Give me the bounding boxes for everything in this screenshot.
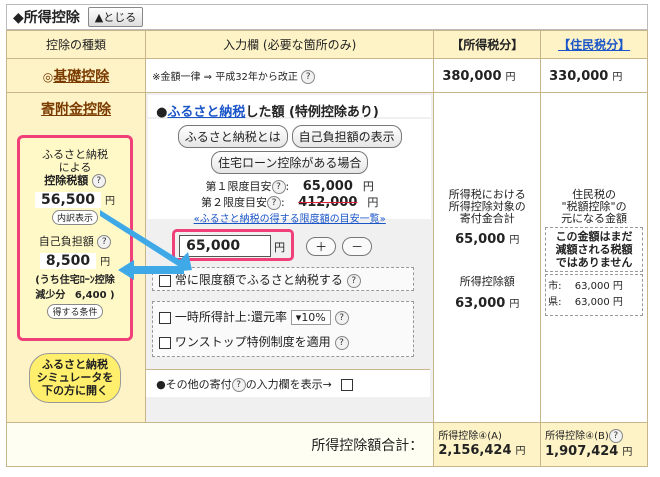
self-burden-label: 自己負担額: [38, 235, 94, 248]
what-is-furusato-button[interactable]: ふるさと納税とは: [177, 125, 288, 148]
other-donation-row: ●その他の寄付? の入力欄を表示→: [146, 369, 431, 397]
yen-unit: 円: [622, 447, 633, 458]
yen-unit: 円: [612, 281, 623, 292]
city-label: 市:: [548, 281, 562, 292]
temp-income-checkbox[interactable]: [159, 311, 172, 324]
col-type-header: 控除の種類: [5, 30, 147, 59]
furusato-link[interactable]: ふるさと納税: [167, 105, 245, 120]
furusato-label-2: による: [58, 161, 92, 174]
kiso-link[interactable]: 基礎控除: [53, 69, 109, 85]
always-limit-label: 常に限度額でふるさと納税する: [174, 273, 343, 287]
yen-unit: 円: [612, 71, 623, 83]
yen-unit: 円: [274, 241, 286, 254]
total-income-cell: 所得控除④(A) 2,156,424 円: [433, 422, 542, 467]
help-icon[interactable]: ?: [608, 429, 623, 443]
limit1-value: 65,000: [302, 179, 353, 194]
kifu-income-cell: 所得税における 所得控除対象の 寄付金合計 65,000 円 所得控除額 63,0…: [433, 92, 542, 423]
total-label: 所得控除額合計：: [311, 437, 424, 454]
limit2-value: 412,000: [298, 195, 358, 210]
yen-unit: 円: [367, 196, 379, 209]
res-warning-3: ではありません: [555, 256, 633, 269]
other-donation-label: ●その他の寄付: [156, 378, 232, 391]
limit1-label: 第１限度目安: [205, 180, 272, 193]
help-icon[interactable]: ?: [346, 273, 361, 288]
total-income-value: 2,156,424: [438, 443, 512, 458]
yen-unit: 円: [509, 299, 520, 310]
yen-unit: 円: [509, 235, 520, 246]
close-button[interactable]: ▲とじる: [87, 7, 144, 27]
help-icon[interactable]: ?: [301, 69, 316, 84]
rate-select[interactable]: ▾10%: [290, 310, 331, 325]
arrow-icon: [118, 260, 184, 280]
yen-unit: 円: [362, 180, 374, 193]
help-icon[interactable]: ?: [231, 378, 246, 392]
total-label-cell: 所得控除額合計：: [5, 422, 435, 467]
help-icon[interactable]: ?: [334, 335, 349, 350]
pref-value: 63,000: [574, 297, 610, 308]
furusato-label-3: 控除税額: [44, 174, 89, 187]
res-note-3: 元になる金額: [561, 212, 628, 225]
income-deduct-label: 所得控除額: [459, 275, 515, 288]
total-resident-value: 1,907,424: [545, 444, 619, 459]
plus-button[interactable]: ＋: [306, 237, 337, 256]
sim-line-1: ふるさと納税: [42, 358, 108, 371]
res-warning-2: 減額される税額: [555, 243, 633, 256]
onestop-label: ワンストップ特例制度を適用: [174, 335, 331, 349]
col-input-header: 入力欄 (必要な箇所のみ): [145, 30, 435, 59]
kifu-link[interactable]: 寄附金控除: [41, 102, 111, 118]
yen-unit: 円: [505, 71, 516, 83]
limit2-label: 第２限度目安: [200, 196, 267, 209]
income-sum: 65,000: [455, 232, 506, 247]
simulator-button[interactable]: ふるさと納税 シミュレータを 下の方に開く: [29, 353, 121, 403]
city-value: 63,000: [574, 281, 610, 292]
yen-unit: 円: [515, 446, 526, 457]
kiso-note: ※金額一律 ⇒ 平成32年から改正: [152, 71, 298, 83]
reduction-label: 減少分: [35, 290, 66, 301]
kiso-type-cell: ◎基礎控除: [5, 58, 147, 93]
help-icon[interactable]: ?: [266, 196, 281, 210]
housing-loan-button[interactable]: 住宅ローン控除がある場合: [210, 151, 369, 174]
kiso-income-cell: 380,000 円: [433, 58, 542, 93]
res-warning-1: この金額はまだ: [555, 230, 633, 243]
kiso-resident-cell: 330,000 円: [540, 58, 648, 93]
temp-income-label: 一時所得計上:還元率: [174, 310, 287, 324]
col-income-header: 【所得税分】: [433, 30, 542, 59]
kiso-note-cell: ※金額一律 ⇒ 平成32年から改正 ?: [145, 58, 435, 93]
minus-button[interactable]: －: [342, 237, 373, 256]
total-income-label: 所得控除④(A): [438, 431, 502, 442]
other-donation-rest: の入力欄を表示→: [245, 378, 332, 391]
section-header: ◆所得控除 ▲とじる: [6, 4, 648, 30]
furusato-label-1: ふるさと納税: [42, 148, 108, 161]
other-donation-checkbox[interactable]: [341, 379, 354, 391]
condition-button[interactable]: 得する条件: [47, 304, 103, 319]
section-title: ◆所得控除: [13, 10, 80, 26]
detail-button[interactable]: 内訳表示: [51, 210, 98, 225]
tax-value: 56,500: [34, 192, 102, 208]
help-icon[interactable]: ?: [334, 310, 349, 325]
onestop-checkbox[interactable]: [159, 336, 172, 349]
help-icon[interactable]: ?: [271, 180, 286, 194]
income-deduct: 63,000: [455, 296, 506, 311]
arrow-icon: [100, 210, 192, 272]
kiso-income-value: 380,000: [442, 68, 502, 84]
furusato-title: した額 (特例控除あり): [245, 105, 379, 120]
sim-line-3: 下の方に開く: [42, 384, 108, 397]
income-note-3: 寄付金合計: [459, 212, 515, 225]
kiso-prefix: ◎: [42, 69, 54, 84]
rate-value: 10%: [301, 311, 326, 324]
total-resident-cell: 所得控除④(B)? 1,907,424 円: [540, 422, 648, 467]
col-resident-header[interactable]: 【住民税分】: [540, 30, 648, 59]
kifu-resident-cell: 住民税の "税額控除"の 元になる金額 この金額はまだ 減額される税額 ではあり…: [540, 92, 648, 423]
self-burden-value: 8,500: [39, 253, 97, 269]
yen-unit: 円: [612, 297, 623, 308]
pref-label: 県:: [548, 297, 562, 308]
bullet: ●: [156, 105, 168, 120]
kiso-resident-value: 330,000: [549, 68, 609, 84]
page: ◆所得控除 ▲とじる 控除の種類 入力欄 (必要な箇所のみ) 【所得税分】 【住…: [0, 0, 660, 477]
help-icon[interactable]: ?: [91, 174, 106, 188]
options-box: 一時所得計上:還元率 ▾10% ? ワンストップ特例制度を適用 ?: [152, 301, 415, 357]
show-burden-button[interactable]: 自己負担額の表示: [291, 125, 402, 148]
total-resident-label: 所得控除④(B): [545, 431, 609, 442]
sim-line-2: シミュレータを: [36, 371, 114, 384]
